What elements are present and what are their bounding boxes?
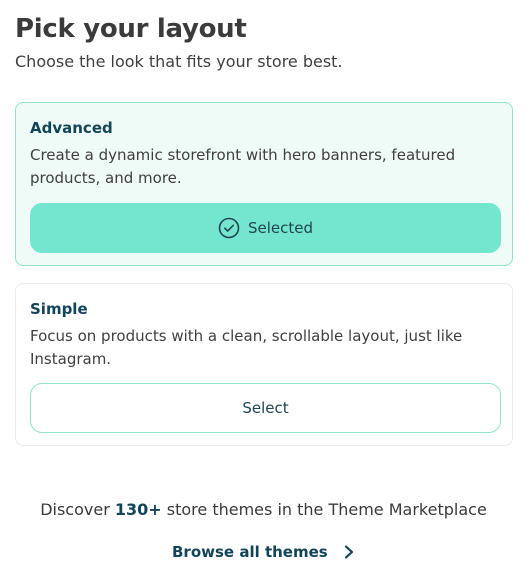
browse-all-themes-link[interactable]: Browse all themes [172, 543, 356, 561]
layout-card-simple[interactable]: Simple Focus on products with a clean, s… [15, 283, 513, 446]
marketplace-prefix: Discover [40, 500, 110, 519]
layout-card-title: Simple [30, 300, 88, 318]
marketplace-suffix: store themes in the Theme Marketplace [166, 500, 487, 519]
theme-count: 130+ [114, 500, 162, 519]
select-button-label: Select [242, 399, 289, 417]
page-subtitle: Choose the look that fits your store bes… [15, 52, 343, 71]
layout-card-description: Create a dynamic storefront with hero ba… [30, 146, 456, 187]
chevron-right-icon [342, 544, 356, 560]
marketplace-promo: Discover 130+ store themes in the Theme … [0, 500, 527, 519]
check-circle-icon [218, 217, 240, 239]
selected-button-label: Selected [247, 219, 314, 237]
page-title: Pick your layout [15, 14, 247, 44]
select-button[interactable]: Select [30, 383, 501, 433]
layout-card-advanced[interactable]: Advanced Create a dynamic storefront wit… [15, 102, 513, 266]
browse-all-themes-label: Browse all themes [172, 543, 328, 561]
selected-button[interactable]: Selected [30, 203, 501, 253]
layout-card-title: Advanced [30, 119, 113, 137]
layout-card-description: Focus on products with a clean, scrollab… [30, 327, 463, 368]
